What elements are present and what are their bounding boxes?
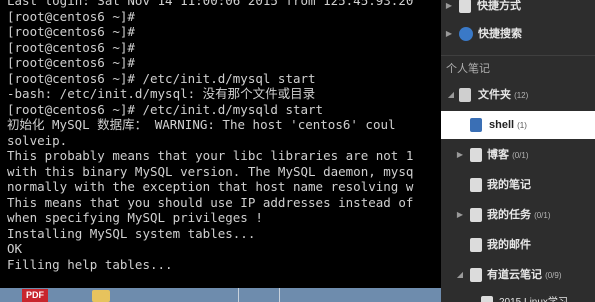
notebook-icon (470, 238, 482, 252)
chevron-right-icon[interactable]: ▶ (445, 20, 453, 48)
sidebar-item-folders[interactable]: ◢ 文件夹 (12) (441, 81, 595, 109)
sidebar-item-label: 快捷方式 (477, 0, 521, 12)
terminal-line: [root@centos6 ~]# /etc/init.d/mysql star… (7, 70, 316, 86)
terminal-line: when specifying MySQL privileges ! (7, 210, 263, 225)
item-count: (0/9) (545, 271, 562, 280)
terminal-line: OK (7, 241, 23, 256)
terminal-line: solveip. (7, 132, 68, 148)
chevron-right-icon[interactable]: ▶ (456, 201, 464, 229)
notebook-icon (470, 148, 482, 162)
sidebar-item-label: 我的任务 (487, 209, 531, 221)
terminal-line: [root@centos6 ~]# (7, 8, 135, 24)
folder-icon (459, 88, 471, 102)
terminal-line: [root@centos6 ~]# /etc/init.d/mysqld sta… (7, 101, 324, 117)
sidebar-item-quick-search[interactable]: ▶ 快捷搜索 (441, 20, 595, 48)
item-count: (0/1) (512, 151, 529, 160)
sidebar-item-cloud-notes[interactable]: ◢ 有道云笔记 (0/9) (441, 261, 595, 289)
notebook-icon (470, 178, 482, 192)
notebook-icon (470, 268, 482, 282)
sidebar-item-label: 2015 Linux学习 (499, 289, 568, 302)
terminal-line: with this binary MySQL version. The MySQ… (7, 163, 414, 179)
search-icon (459, 27, 473, 41)
sidebar-item-label: 快捷搜索 (478, 28, 522, 40)
terminal-line: Last login: Sat Nov 14 11:00:06 2015 fro… (7, 0, 414, 8)
notebook-icon (470, 118, 482, 132)
taskbar-separator (238, 288, 280, 302)
terminal-line: Filling help tables... (7, 256, 173, 272)
sidebar-item-label: 文件夹 (478, 89, 511, 101)
sidebar-item-my-notes[interactable]: 我的笔记 (441, 171, 595, 199)
sidebar-item-shortcuts[interactable]: ▶ 快捷方式 (441, 0, 595, 20)
terminal-line: normally with the exception that host na… (7, 179, 414, 194)
item-count: (12) (514, 91, 529, 100)
divider (441, 55, 595, 56)
terminal-line: This means that you should use IP addres… (7, 194, 414, 210)
sidebar-item-label: 有道云笔记 (487, 269, 542, 281)
section-title: 个人笔记 (446, 63, 490, 75)
terminal-line: -bash: /etc/init.d/mysql: 没有那个文件或目录 (7, 86, 316, 101)
star-icon (459, 0, 471, 13)
chevron-down-icon[interactable]: ◢ (456, 261, 464, 289)
notebook-icon (481, 296, 493, 302)
terminal-line: 初始化 MySQL 数据库： WARNING: The host 'centos… (7, 117, 396, 132)
terminal-line: Installing MySQL system tables... (7, 225, 256, 241)
chevron-right-icon[interactable]: ▶ (445, 0, 453, 20)
sidebar-item-blog[interactable]: ▶ 博客 (0/1) (441, 141, 595, 169)
sidebar-item-my-tasks[interactable]: ▶ 我的任务 (0/1) (441, 201, 595, 229)
sidebar-item-label: shell (489, 119, 515, 131)
sidebar-item-shell[interactable]: shell (1) (441, 111, 595, 139)
item-count: (0/1) (534, 211, 551, 220)
notebook-icon (470, 208, 482, 222)
taskbar: PDF (0, 288, 441, 302)
terminal-line: This probably means that your libc libra… (7, 148, 414, 163)
sidebar-item-label: 我的邮件 (487, 239, 531, 251)
pdf-app-icon[interactable]: PDF (22, 289, 48, 302)
folder-app-icon[interactable] (92, 290, 110, 302)
chevron-right-icon[interactable]: ▶ (456, 141, 464, 169)
item-count: (1) (517, 121, 527, 130)
sidebar-item-label: 博客 (487, 149, 509, 161)
terminal-line: [root@centos6 ~]# (7, 24, 135, 39)
terminal-line: [root@centos6 ~]# (7, 55, 135, 70)
chevron-down-icon[interactable]: ◢ (447, 81, 455, 109)
notes-sidebar: ▶ 快捷方式 ▶ 快捷搜索 个人笔记 ◢ 文件夹 (12) shell (1) … (441, 0, 595, 302)
sidebar-item-partial[interactable]: 2015 Linux学习 (441, 289, 595, 302)
terminal-line: [root@centos6 ~]# (7, 39, 135, 55)
sidebar-item-label: 我的笔记 (487, 179, 531, 191)
terminal-window[interactable]: Last login: Sat Nov 14 11:00:06 2015 fro… (0, 0, 442, 288)
sidebar-item-my-mail[interactable]: 我的邮件 (441, 231, 595, 259)
